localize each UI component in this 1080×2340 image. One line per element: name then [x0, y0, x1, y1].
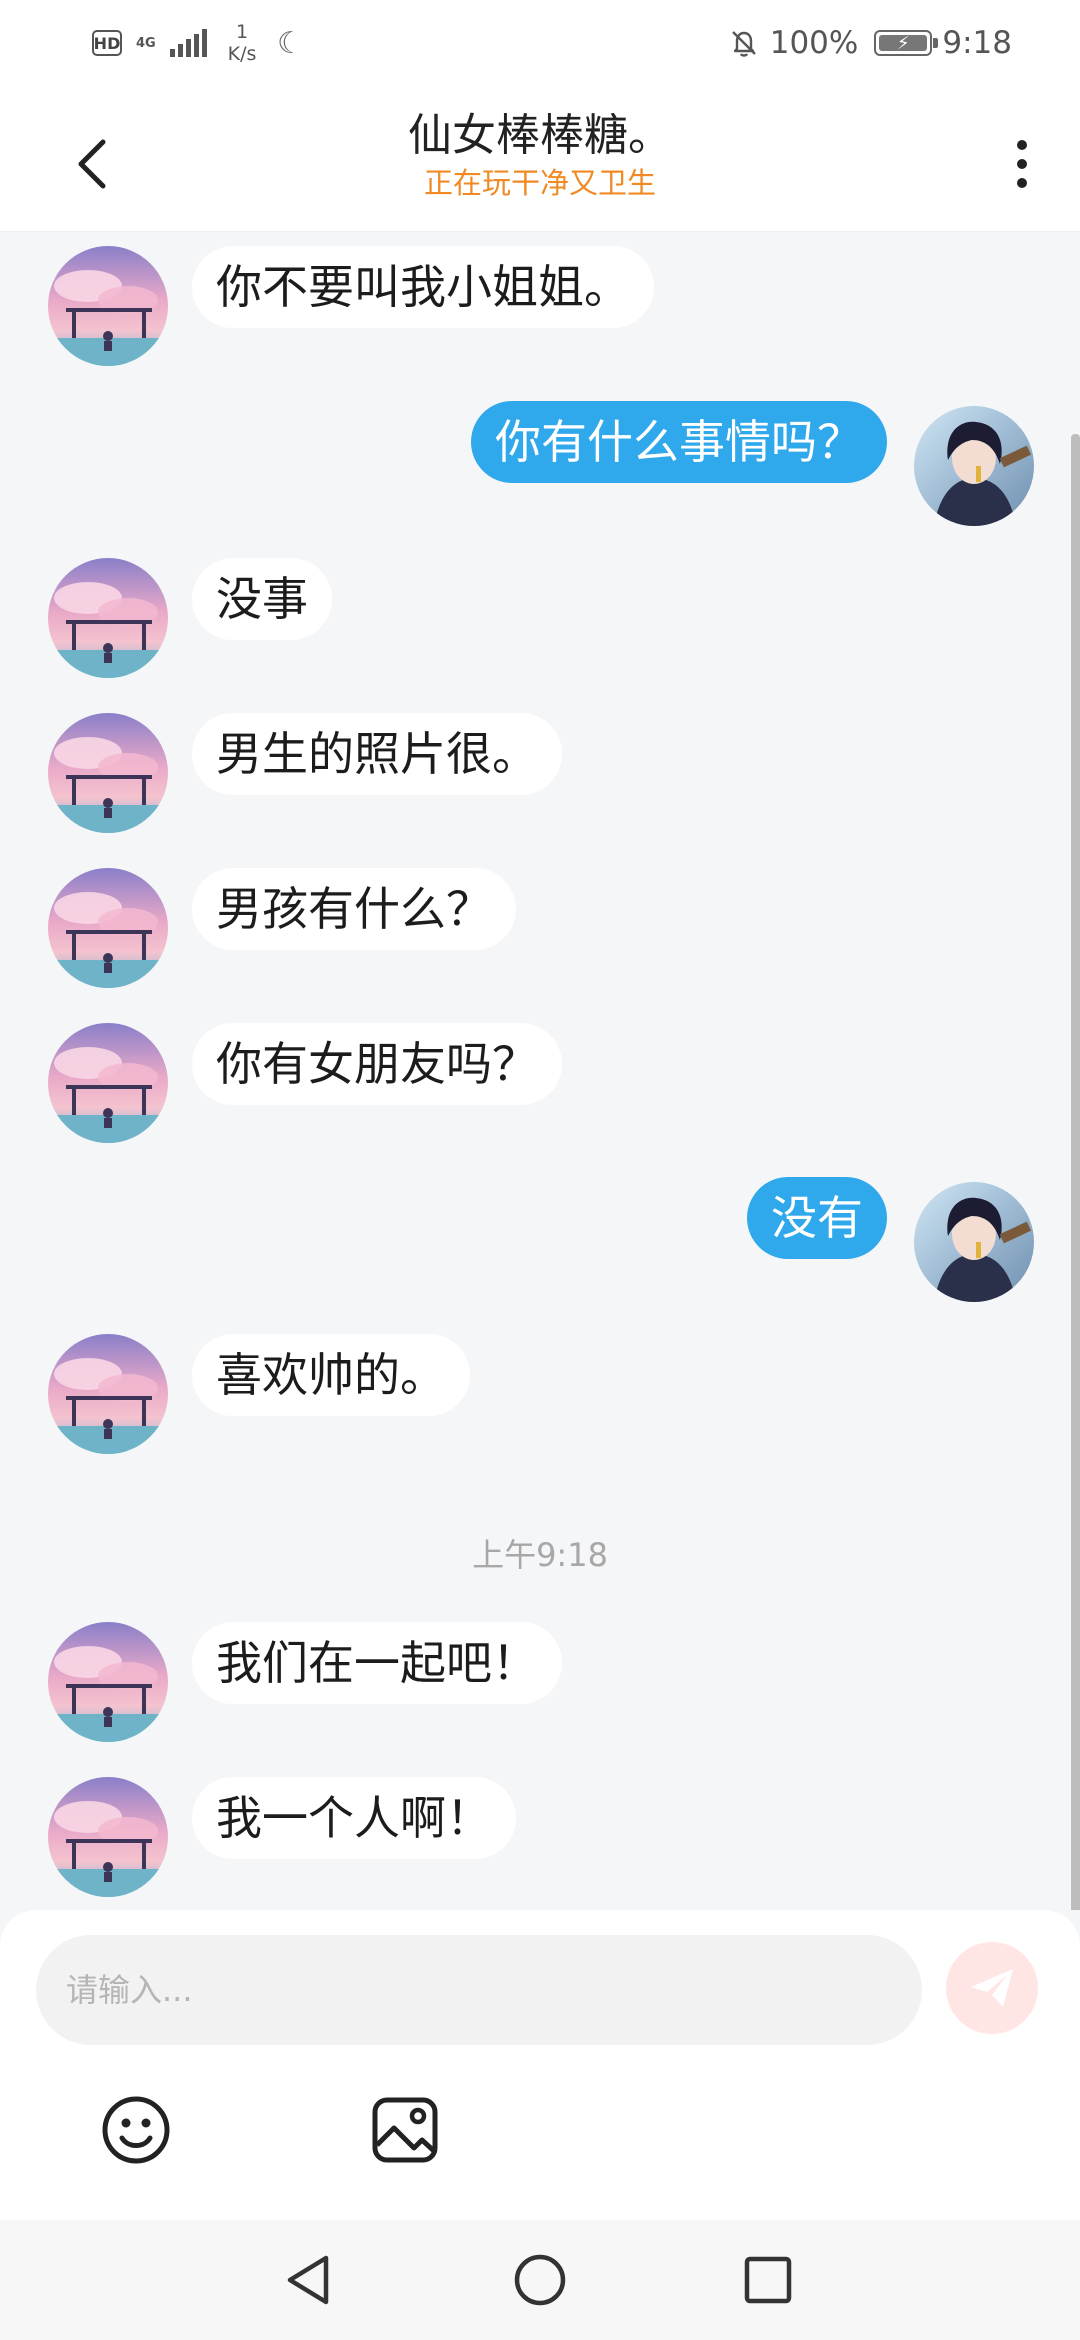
- message-row-incoming: 我们在一起吧！: [0, 1622, 1080, 1746]
- message-row-incoming: 喜欢帅的。: [0, 1334, 1080, 1458]
- status-bar: HD 4G 1 K/s ☾ 100% ⚡ 9:18: [0, 0, 1080, 86]
- notifications-off-bell-icon: [731, 31, 756, 57]
- battery-icon: ⚡: [874, 30, 939, 56]
- composer-panel: [0, 1910, 1080, 2220]
- network-speed: 1 K/s: [221, 21, 263, 65]
- message-input[interactable]: [36, 1935, 922, 2045]
- emoji-button[interactable]: [94, 2088, 178, 2172]
- message-bubble[interactable]: 我一个人啊！: [192, 1777, 516, 1859]
- contact-status: 正在玩干净又卫生: [423, 166, 656, 200]
- page-title: 仙女棒棒糖。: [408, 110, 672, 161]
- nav-back-button[interactable]: [272, 2244, 344, 2316]
- nav-home-button[interactable]: [504, 2244, 576, 2316]
- square-recents-icon: [744, 2256, 792, 2304]
- message-row-incoming: 男孩有什么？: [0, 868, 1080, 992]
- message-list[interactable]: 你不要叫我小姐姐。 你有什么事情吗？ 没事 男生的照片很。 男孩有什么？ 你有女…: [0, 232, 1080, 1910]
- message-bubble[interactable]: 没有: [747, 1177, 887, 1259]
- message-bubble[interactable]: 你有什么事情吗？: [471, 401, 887, 483]
- hd-badge: HD: [92, 30, 122, 56]
- contact-avatar[interactable]: [48, 1023, 168, 1143]
- message-row-outgoing: 没有: [0, 1177, 1080, 1302]
- send-button[interactable]: [946, 1942, 1038, 2034]
- message-bubble[interactable]: 男生的照片很。: [192, 713, 562, 795]
- do-not-disturb-moon-icon: ☾: [277, 25, 304, 61]
- more-vertical-icon: [1017, 140, 1027, 150]
- contact-avatar[interactable]: [48, 1334, 168, 1454]
- message-bubble[interactable]: 没事: [192, 558, 332, 640]
- message-row-outgoing: 你有什么事情吗？: [0, 401, 1080, 526]
- message-bubble[interactable]: 你有女朋友吗？: [192, 1023, 562, 1105]
- contact-avatar[interactable]: [48, 246, 168, 366]
- more-options-button[interactable]: [992, 124, 1052, 204]
- status-left: HD 4G 1 K/s ☾: [92, 20, 304, 66]
- triangle-back-icon: [287, 2255, 329, 2305]
- message-row-incoming: 我一个人啊！: [0, 1777, 1080, 1901]
- back-button[interactable]: [58, 124, 128, 204]
- message-row-incoming: 你不要叫我小姐姐。: [0, 246, 1080, 370]
- message-row-incoming: 男生的照片很。: [0, 713, 1080, 837]
- message-row-incoming: 你有女朋友吗？: [0, 1023, 1080, 1147]
- speed-value: 1: [235, 21, 249, 43]
- smiley-icon: [102, 2096, 170, 2164]
- signal-icon: [170, 29, 207, 57]
- message-timestamp: 上午9:18: [472, 1536, 608, 1574]
- message-bubble[interactable]: 男孩有什么？: [192, 868, 516, 950]
- circle-home-icon: [514, 2254, 566, 2306]
- my-avatar[interactable]: [914, 406, 1034, 526]
- image-icon: [372, 2097, 438, 2163]
- chevron-left-icon: [78, 139, 106, 189]
- contact-avatar[interactable]: [48, 868, 168, 988]
- status-right: 100% ⚡ 9:18: [728, 20, 1012, 66]
- contact-avatar[interactable]: [48, 558, 168, 678]
- clock: 9:18: [942, 25, 1012, 61]
- nav-recents-button[interactable]: [732, 2244, 804, 2316]
- network-type: 4G: [136, 35, 156, 51]
- title-block: 仙女棒棒糖。 正在玩干净又卫生: [240, 108, 840, 202]
- message-row-incoming: 没事: [0, 558, 1080, 682]
- my-avatar[interactable]: [914, 1182, 1034, 1302]
- message-bubble[interactable]: 我们在一起吧！: [192, 1622, 562, 1704]
- message-bubble[interactable]: 你不要叫我小姐姐。: [192, 246, 654, 328]
- paper-plane-icon: [971, 1969, 1013, 2007]
- system-nav-bar: [0, 2220, 1080, 2340]
- contact-avatar[interactable]: [48, 713, 168, 833]
- speed-unit: K/s: [227, 43, 257, 65]
- battery-percent: 100%: [769, 25, 859, 61]
- image-button[interactable]: [363, 2088, 447, 2172]
- chat-header: 仙女棒棒糖。 正在玩干净又卫生: [0, 86, 1080, 232]
- contact-avatar[interactable]: [48, 1777, 168, 1897]
- contact-avatar[interactable]: [48, 1622, 168, 1742]
- message-bubble[interactable]: 喜欢帅的。: [192, 1334, 470, 1416]
